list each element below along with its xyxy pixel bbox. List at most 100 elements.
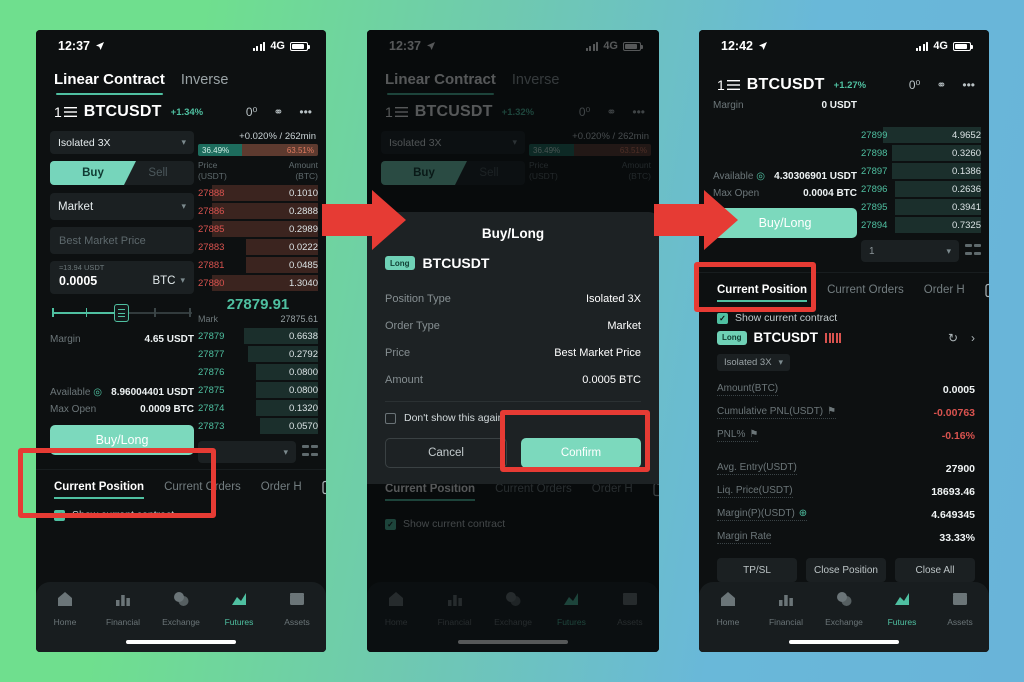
order-book-row[interactable]: 27874 0.1320	[198, 399, 318, 417]
order-book-row[interactable]: 27875 0.0800	[198, 381, 318, 399]
max-open-value: 0.0004 BTC	[803, 188, 857, 199]
nav-item-home[interactable]: Home	[699, 590, 757, 627]
order-book-row[interactable]: 27883 0.0222	[198, 238, 318, 256]
order-book-row[interactable]: 27899 4.9652	[861, 126, 981, 144]
depth-layout-icon[interactable]	[965, 244, 981, 258]
order-book-row[interactable]: 27897 0.1386	[861, 162, 981, 180]
chevron-down-icon: ▾	[181, 201, 186, 211]
nav-item-futures[interactable]: Futures	[873, 590, 931, 627]
cancel-button[interactable]: Cancel	[385, 438, 507, 468]
order-records-icon[interactable]	[322, 480, 326, 500]
order-book-row[interactable]: 27885 0.2989	[198, 220, 318, 238]
available-value: 4.30306901 USDT	[774, 171, 857, 182]
chain-link-icon[interactable]: ⚭	[936, 78, 946, 92]
order-book-row[interactable]: 27888 0.1010	[198, 184, 318, 202]
order-book-price: 27894	[861, 219, 888, 231]
leverage-list-icon[interactable]: 1	[54, 104, 77, 120]
slider-handle[interactable]	[113, 304, 129, 322]
position-leverage-select[interactable]: Isolated 3X ▾	[717, 354, 791, 371]
chevron-right-icon[interactable]: ›	[971, 331, 975, 345]
position-row-value: 0.0005	[942, 383, 975, 396]
checkbox-unchecked-icon[interactable]	[385, 412, 396, 424]
symbol-name[interactable]: BTCUSDT	[84, 103, 162, 121]
leverage-list-icon[interactable]: 1	[717, 77, 740, 93]
signal-icon	[252, 41, 266, 51]
risk-bars-icon	[825, 332, 842, 343]
home-indicator	[126, 640, 236, 644]
order-book-price: 27895	[861, 201, 888, 213]
order-book-row[interactable]: 27880 1.3040	[198, 274, 318, 292]
dialog-row: Position Type Isolated 3X	[385, 285, 641, 312]
order-type-select[interactable]: Market ▾	[50, 193, 194, 220]
symbol-row: 1 BTCUSDT +1.34% 0⁰ ⚭ •••	[36, 96, 326, 127]
more-options-icon[interactable]: •••	[962, 78, 975, 92]
long-badge: Long	[717, 330, 747, 345]
tab-inverse[interactable]: Inverse	[181, 72, 229, 96]
order-book-qty: 0.6638	[288, 330, 318, 342]
order-book-price: 27873	[198, 420, 225, 432]
order-book-row[interactable]: 27896 0.2636	[861, 180, 981, 198]
margin-label: Margin	[50, 334, 81, 345]
amount-usdt-hint: ≈13.94 USDT	[59, 263, 105, 272]
order-book-row[interactable]: 27879 0.6638	[198, 327, 318, 345]
order-records-icon[interactable]	[985, 283, 989, 303]
contract-tabs: Linear Contract Inverse	[36, 62, 326, 96]
add-margin-icon[interactable]: ⊕	[799, 508, 807, 519]
tab-current-orders[interactable]: Current Orders	[827, 284, 904, 303]
nav-item-financial[interactable]: Financial	[94, 590, 152, 627]
position-action-buttons: TP/SL Close Position Close All	[717, 558, 975, 582]
nav-item-exchange[interactable]: Exchange	[152, 590, 210, 627]
amount-unit-select[interactable]: BTC ▾	[152, 275, 185, 287]
dialog-row-key: Position Type	[385, 292, 451, 305]
order-book-row[interactable]: 27898 0.3260	[861, 144, 981, 162]
amount-input[interactable]: ≈13.94 USDT 0.0005 BTC ▾	[50, 261, 194, 294]
home-indicator	[789, 640, 899, 644]
position-action-close-position[interactable]: Close Position	[806, 558, 886, 582]
zero-zero-icon[interactable]: 0⁰	[909, 78, 920, 92]
margin-row: Margin 4.65 USDT	[50, 334, 194, 345]
sell-tab[interactable]: Sell	[122, 161, 194, 185]
buy-sell-toggle[interactable]: Buy Sell	[50, 161, 194, 185]
checkbox-checked-icon[interactable]: ✓	[717, 312, 728, 324]
nav-item-label: Home	[53, 617, 77, 627]
refresh-icon[interactable]: ↻	[948, 331, 958, 345]
tab-linear-contract[interactable]: Linear Contract	[54, 71, 165, 96]
order-book-row[interactable]: 27873 0.0570	[198, 417, 318, 435]
order-book-qty: 0.3260	[951, 147, 981, 159]
tab-order-history[interactable]: Order H	[261, 481, 302, 500]
grouping-select[interactable]: 1 ▾	[861, 240, 959, 262]
nav-item-assets[interactable]: Assets	[931, 590, 989, 627]
amount-slider[interactable]	[52, 304, 192, 322]
order-book-row[interactable]: 27886 0.2888	[198, 202, 318, 220]
order-book-price: 27877	[198, 348, 225, 360]
tab-order-history[interactable]: Order H	[924, 284, 965, 303]
price-input[interactable]: Best Market Price	[50, 227, 194, 254]
order-book-price: 27898	[861, 147, 888, 159]
order-book-qty: 0.2989	[288, 223, 318, 235]
depth-layout-icon[interactable]	[302, 445, 318, 459]
order-book-row[interactable]: 27881 0.0485	[198, 256, 318, 274]
nav-item-exchange[interactable]: Exchange	[815, 590, 873, 627]
order-book-price: 27885	[198, 223, 225, 235]
order-book-row[interactable]: 27894 0.7325	[861, 216, 981, 234]
nav-item-home[interactable]: Home	[36, 590, 94, 627]
more-options-icon[interactable]: •••	[299, 105, 312, 119]
transfer-icon[interactable]: ◎	[756, 171, 765, 182]
zero-zero-icon[interactable]: 0⁰	[246, 105, 257, 119]
transfer-icon[interactable]: ◎	[93, 387, 102, 398]
order-book-price: 27886	[198, 205, 225, 217]
symbol-name[interactable]: BTCUSDT	[747, 76, 825, 94]
highlight-confirm-phone2	[500, 410, 650, 472]
position-action-close-all[interactable]: Close All	[895, 558, 975, 582]
nav-item-financial[interactable]: Financial	[757, 590, 815, 627]
nav-item-futures[interactable]: Futures	[210, 590, 268, 627]
chevron-down-icon: ▾	[180, 275, 185, 285]
position-row-value: -0.16%	[941, 429, 975, 442]
order-book-row[interactable]: 27877 0.2792	[198, 345, 318, 363]
position-action-tp-sl[interactable]: TP/SL	[717, 558, 797, 582]
order-book-row[interactable]: 27895 0.3941	[861, 198, 981, 216]
chain-link-icon[interactable]: ⚭	[273, 105, 283, 119]
order-book-row[interactable]: 27876 0.0800	[198, 363, 318, 381]
nav-item-assets[interactable]: Assets	[268, 590, 326, 627]
position-type-select[interactable]: Isolated 3X ▾	[50, 131, 194, 154]
